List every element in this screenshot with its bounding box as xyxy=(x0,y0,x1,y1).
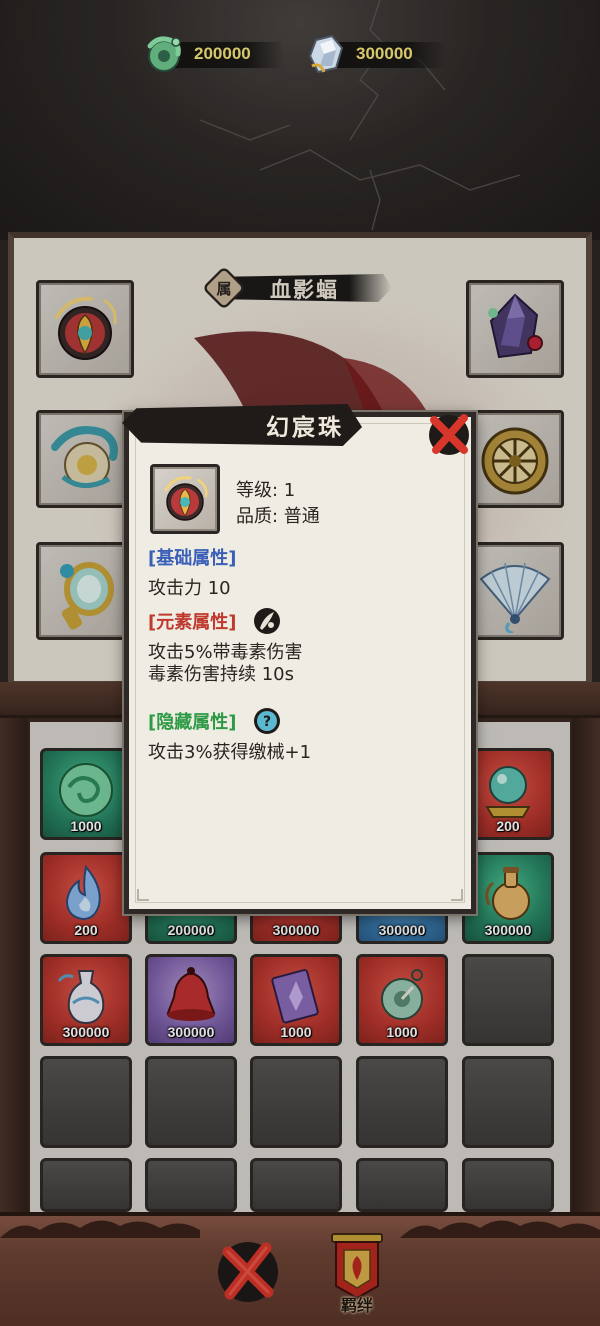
blue-flame-icon xyxy=(65,864,101,921)
inventory-cell[interactable]: 1000 xyxy=(356,954,448,1046)
item-quantity: 200000 xyxy=(167,922,215,938)
item-quantity: 1000 xyxy=(280,1024,312,1040)
equip-slot-left-1[interactable] xyxy=(36,280,134,378)
gourd-bottle-icon xyxy=(485,867,530,920)
currency-value: 300000 xyxy=(356,44,413,63)
item-quantity: 300000 xyxy=(484,922,532,938)
item-quantity: 300000 xyxy=(272,922,320,938)
hidden-attributes-header: [隐藏属性] xyxy=(148,712,237,733)
inventory-cell-empty[interactable] xyxy=(356,1056,448,1148)
illusion-orb-icon xyxy=(164,476,208,521)
equip-slot-left-2[interactable] xyxy=(36,410,134,508)
golden-mirror-icon xyxy=(60,562,114,630)
inventory-cell[interactable]: 1000 xyxy=(250,954,342,1046)
item-quantity: 1000 xyxy=(386,1024,418,1040)
inventory-cell-empty[interactable] xyxy=(462,1056,554,1148)
close-icon[interactable] xyxy=(212,1234,284,1306)
dragon-ornament-icon xyxy=(51,426,118,488)
poison-element-icon[interactable] xyxy=(252,606,282,636)
element-attributes-header: [元素属性] xyxy=(148,612,237,633)
crystal-ball-icon xyxy=(485,766,531,818)
green-orb-icon xyxy=(59,763,113,817)
element-attribute-line: 毒素伤害持续 10s xyxy=(148,664,295,685)
svg-text:?: ? xyxy=(263,714,271,730)
question-mark-icon[interactable]: ? xyxy=(252,706,282,736)
inventory-cell[interactable]: 200 xyxy=(40,852,132,944)
character-nameplate: 属 血影蝠 xyxy=(201,265,392,311)
bronze-wheel-icon xyxy=(481,427,549,495)
vase-icon xyxy=(57,970,105,1025)
currency-jade: 200000 xyxy=(140,34,284,74)
inventory-cell[interactable]: 300000 xyxy=(40,954,132,1046)
item-quantity: 300000 xyxy=(62,1024,110,1040)
hidden-attribute-line: 攻击3%获得缴械+1 xyxy=(148,742,312,763)
inventory-cell-empty[interactable] xyxy=(40,1158,132,1212)
inventory-cell-empty[interactable] xyxy=(462,1158,554,1212)
bond-button-label[interactable]: 羁绊 xyxy=(322,1292,392,1316)
equip-slot-right-3[interactable] xyxy=(466,542,564,640)
equip-slot-left-3[interactable] xyxy=(36,542,134,640)
cloud-pattern-decoration xyxy=(0,1212,600,1238)
attribute-badge-label: 属 xyxy=(216,279,232,298)
currency-crystal: 300000 xyxy=(302,34,446,74)
item-quantity: 200 xyxy=(496,818,520,834)
purple-scroll-icon xyxy=(271,969,319,1024)
item-thumbnail xyxy=(150,464,220,534)
item-quality: 品质: 普通 xyxy=(236,506,320,527)
stormy-sky-background xyxy=(0,0,600,240)
dark-crystal-icon xyxy=(488,293,543,359)
inventory-cell-empty[interactable] xyxy=(462,954,554,1046)
equip-slot-right-1[interactable] xyxy=(466,280,564,378)
inventory-cell-empty[interactable] xyxy=(250,1056,342,1148)
popup-title: 幻宸珠 xyxy=(266,414,344,441)
inventory-cell[interactable]: 1000 xyxy=(40,748,132,840)
lightning-decoration xyxy=(199,0,521,231)
crystal-gem-icon xyxy=(308,34,344,74)
illusion-orb-icon xyxy=(55,296,117,360)
jade-pendant-icon xyxy=(381,969,423,1020)
folding-fan-icon xyxy=(479,562,551,633)
inventory-cell-empty[interactable] xyxy=(40,1056,132,1148)
inventory-cell-empty[interactable] xyxy=(145,1056,237,1148)
item-quantity: 200 xyxy=(74,922,98,938)
item-quantity: 300000 xyxy=(167,1024,215,1040)
equip-slot-right-2[interactable] xyxy=(466,410,564,508)
item-quantity: 1000 xyxy=(70,818,102,834)
character-name: 血影蝠 xyxy=(270,277,339,302)
popup-close-icon[interactable] xyxy=(424,408,474,458)
inventory-cell-empty[interactable] xyxy=(145,1158,237,1212)
inventory-cell-empty[interactable] xyxy=(250,1158,342,1212)
base-attributes-header: [基础属性] xyxy=(148,548,237,569)
item-level: 等级: 1 xyxy=(236,480,296,501)
currency-value: 200000 xyxy=(194,44,251,63)
jade-dragon-coin-icon xyxy=(147,36,181,72)
red-bell-icon xyxy=(166,967,216,1021)
inventory-cell-empty[interactable] xyxy=(356,1158,448,1212)
bottom-bar xyxy=(0,1212,600,1326)
base-attribute-line: 攻击力 10 xyxy=(148,578,231,599)
item-quantity: 300000 xyxy=(378,922,426,938)
inventory-cell[interactable]: 300000 xyxy=(145,954,237,1046)
